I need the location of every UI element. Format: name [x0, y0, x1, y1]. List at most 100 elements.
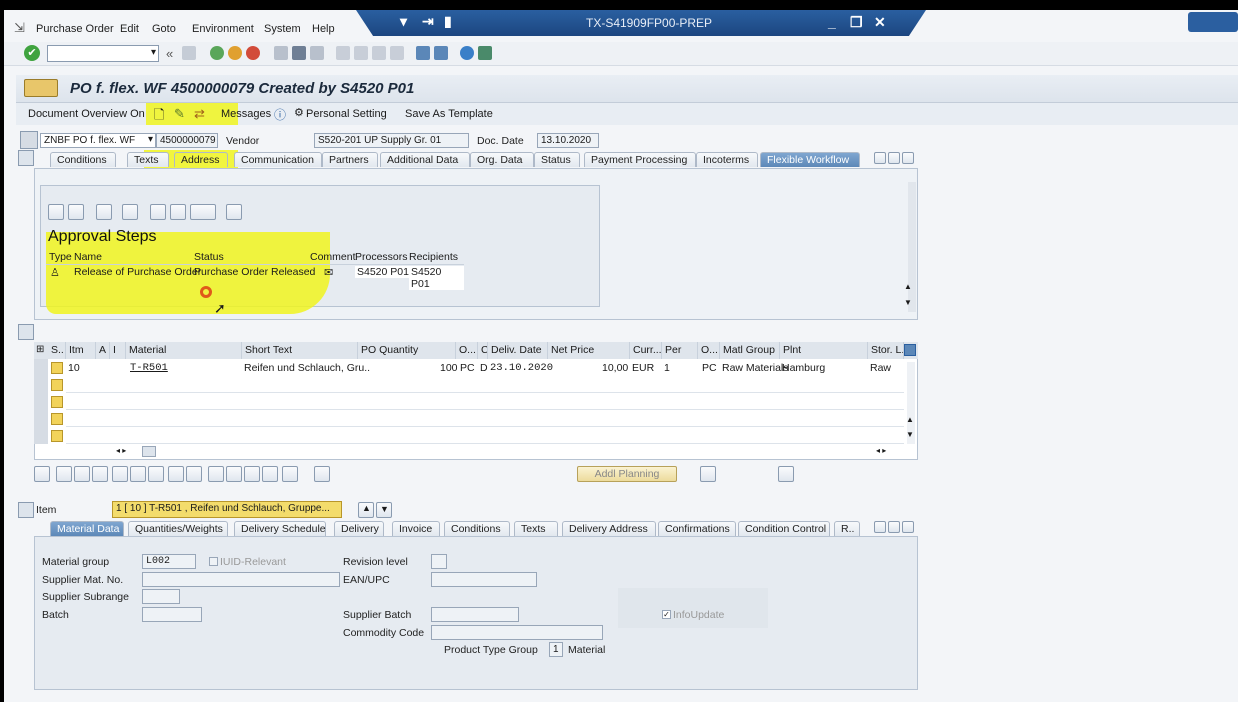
search-next-icon[interactable] [170, 204, 186, 220]
copy-icon[interactable] [168, 466, 184, 482]
sort-asc-icon[interactable] [208, 466, 224, 482]
tab-org-data[interactable]: Org. Data [470, 152, 534, 167]
col-a[interactable]: A [96, 342, 110, 359]
select-block-icon[interactable] [92, 466, 108, 482]
find-next-icon[interactable] [310, 46, 324, 60]
items-expand-icon[interactable] [18, 324, 34, 340]
tab-conditions[interactable]: Conditions [50, 152, 116, 167]
col-matl-group[interactable]: Matl Group [720, 342, 780, 359]
grid-scroll-down-icon[interactable]: ▼ [906, 430, 914, 439]
paste-icon[interactable] [186, 466, 202, 482]
grid-scroll-up-icon[interactable]: ▲ [906, 415, 914, 424]
prev-page-icon[interactable] [354, 46, 368, 60]
next-item-icon[interactable]: ▼ [376, 502, 392, 518]
supplier-mat-field[interactable] [142, 572, 340, 587]
tab-status[interactable]: Status [534, 152, 580, 167]
personal-setting-icon[interactable]: ⚙ [294, 106, 304, 119]
col-i[interactable]: I [110, 342, 126, 359]
col-short-text[interactable]: Short Text [242, 342, 358, 359]
doc-date-field[interactable]: 13.10.2020 [537, 133, 599, 148]
tab-address[interactable]: Address [174, 152, 228, 167]
detail-tab-right-icon[interactable] [888, 521, 900, 533]
command-field[interactable]: ▾ [47, 45, 159, 62]
tab-scroll-left-icon[interactable] [874, 152, 886, 164]
col-per[interactable]: Per [662, 342, 698, 359]
cancel-icon[interactable] [246, 46, 260, 60]
cart-icon[interactable] [20, 131, 38, 149]
menu-purchase-order[interactable]: Purchase Order [36, 23, 114, 35]
exit-icon[interactable] [228, 46, 242, 60]
row-selectors[interactable] [34, 359, 48, 444]
grid-scroll-left-icon[interactable]: ◂ ▸ [116, 446, 126, 455]
menu-system[interactable]: System [264, 23, 301, 35]
minimize-icon[interactable]: _ [828, 14, 836, 30]
details-icon[interactable] [122, 204, 138, 220]
grid-hscroll-thumb[interactable] [142, 446, 156, 457]
table-row[interactable]: 10 T-R501 Reifen und Schlauch, Gru.. 100… [66, 359, 904, 386]
find-icon[interactable] [292, 46, 306, 60]
filter-items-icon[interactable] [244, 466, 260, 482]
sort-desc-icon[interactable] [226, 466, 242, 482]
item-selector[interactable]: 1 [ 10 ] T-R501 , Reifen und Schlauch, G… [112, 501, 342, 518]
last-page-icon[interactable] [390, 46, 404, 60]
filter-icon[interactable] [190, 204, 216, 220]
col-material[interactable]: Material [126, 342, 242, 359]
detail-tab-list-icon[interactable] [902, 521, 914, 533]
tab-delivery[interactable]: Delivery [334, 521, 384, 536]
pin-icon[interactable]: ⇥ [422, 13, 434, 30]
enter-check-icon[interactable]: ✔ [24, 45, 40, 61]
planning-icon[interactable] [700, 466, 716, 482]
outer-window-controls[interactable] [1188, 12, 1238, 32]
shortcut-icon[interactable] [434, 46, 448, 60]
col-net-price[interactable]: Net Price [548, 342, 630, 359]
tab-confirmations[interactable]: Confirmations [658, 521, 736, 536]
first-page-icon[interactable] [336, 46, 350, 60]
refresh-icon[interactable] [96, 204, 112, 220]
tab-incoterms[interactable]: Incoterms [696, 152, 758, 167]
commodity-code-field[interactable] [431, 625, 603, 640]
default-values-icon[interactable] [314, 466, 330, 482]
menu-help[interactable]: Help [312, 23, 335, 35]
menu-edit[interactable]: Edit [120, 23, 139, 35]
product-type-field[interactable]: 1 [549, 642, 563, 657]
approval-row[interactable]: ♙ Release of Purchase Order Purchase Ord… [46, 265, 464, 290]
col-deliv-date[interactable]: Deliv. Date [488, 342, 548, 359]
tab-delivery-schedule[interactable]: Delivery Schedule [234, 521, 326, 536]
scroll-up-icon[interactable]: ▲ [904, 282, 912, 291]
close-icon[interactable]: ✕ [874, 14, 886, 31]
tab-additional-data[interactable]: Additional Data [380, 152, 470, 167]
cell-material[interactable]: T-R501 [130, 362, 168, 374]
scroll-down-icon[interactable]: ▼ [904, 298, 912, 307]
messages-button[interactable]: Messages [221, 108, 271, 120]
dropdown-icon[interactable]: ▾ [400, 13, 407, 30]
tab-list-icon[interactable] [902, 152, 914, 164]
tab-partners[interactable]: Partners [322, 152, 378, 167]
create-icon[interactable]: 🗋 [154, 106, 164, 128]
back-icon[interactable] [210, 46, 224, 60]
item-details-icon[interactable] [34, 466, 50, 482]
col-c[interactable]: C [478, 342, 488, 359]
supplier-batch-field[interactable] [431, 607, 519, 622]
expand-all-icon[interactable] [48, 204, 64, 220]
restore-icon[interactable]: ❐ [850, 14, 863, 31]
grid-scroll-right-icon[interactable]: ◂ ▸ [876, 446, 886, 455]
column-settings-icon[interactable] [904, 344, 916, 356]
item-detail-expand-icon[interactable] [18, 502, 34, 518]
layout-icon[interactable] [226, 204, 242, 220]
select-all-icon[interactable]: ⊞ [36, 344, 44, 355]
tab-texts[interactable]: Texts [127, 152, 169, 167]
col-order-unit[interactable]: O... [456, 342, 478, 359]
export-icon[interactable] [778, 466, 794, 482]
tab-flexible-workflow[interactable]: Flexible Workflow [760, 152, 860, 167]
tab-more[interactable]: R.. [834, 521, 860, 536]
po-number-field[interactable]: 4500000079 [156, 133, 218, 148]
doc-type-select[interactable]: ZNBF PO f. flex. WF ▾ [40, 133, 156, 148]
tab-material-data[interactable]: Material Data [50, 521, 124, 536]
tab-payment-processing[interactable]: Payment Processing [584, 152, 696, 167]
batch-field[interactable] [142, 607, 202, 622]
save-icon[interactable] [182, 46, 196, 60]
revision-level-field[interactable] [431, 554, 447, 569]
pricing-icon[interactable] [262, 466, 278, 482]
prev-item-icon[interactable]: ▲ [358, 502, 374, 518]
col-plant[interactable]: Plnt [780, 342, 868, 359]
